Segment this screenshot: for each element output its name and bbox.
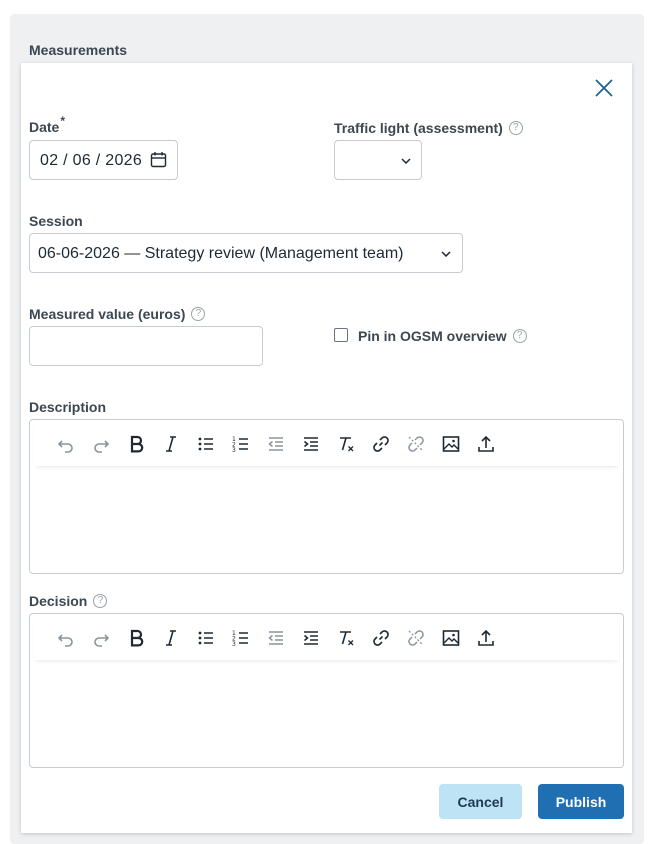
clear-format-button[interactable]: [328, 429, 363, 459]
clear-format-button[interactable]: [328, 623, 363, 653]
bold-button[interactable]: [118, 623, 153, 653]
italic-button[interactable]: [153, 623, 188, 653]
clear-format-icon: [339, 631, 353, 646]
outdent-button[interactable]: [258, 429, 293, 459]
numbered-list-icon: 123: [232, 630, 248, 648]
traffic-light-select[interactable]: [334, 140, 422, 180]
decision-toolbar: 123: [34, 616, 619, 660]
image-icon: [442, 630, 459, 646]
session-value: 06-06-2026 — Strategy review (Management…: [38, 245, 404, 262]
bullet-list-icon: [198, 631, 213, 645]
outdent-icon: [267, 631, 283, 645]
bold-icon: [130, 629, 143, 647]
date-label: Date *: [29, 114, 66, 135]
help-icon[interactable]: ?: [512, 329, 527, 343]
link-icon: [372, 630, 389, 646]
bullet-list-icon: [198, 437, 213, 451]
decision-editor[interactable]: 123: [29, 613, 624, 768]
description-editor[interactable]: 123: [29, 419, 624, 574]
session-select[interactable]: 06-06-2026 — Strategy review (Management…: [29, 233, 463, 273]
undo-icon: [57, 440, 73, 453]
image-button[interactable]: [433, 623, 468, 653]
redo-button[interactable]: [83, 623, 118, 653]
bullet-list-button[interactable]: [188, 623, 223, 653]
redo-icon: [93, 440, 109, 453]
help-icon[interactable]: ?: [508, 121, 523, 135]
chevron-down-icon: [401, 158, 411, 164]
bullet-list-button[interactable]: [188, 429, 223, 459]
unlink-icon: [407, 436, 424, 452]
unlink-icon: [407, 630, 424, 646]
description-label: Description: [29, 399, 107, 415]
italic-icon: [165, 436, 176, 452]
measured-value-input[interactable]: [29, 326, 263, 366]
undo-button[interactable]: [48, 429, 83, 459]
indent-button[interactable]: [293, 429, 328, 459]
session-label: Session: [29, 213, 83, 229]
pin-checkbox[interactable]: [334, 328, 348, 342]
link-icon: [372, 436, 389, 452]
measured-value-label: Measured value (euros)?: [29, 306, 206, 322]
cancel-button[interactable]: Cancel: [439, 784, 522, 819]
upload-button[interactable]: [468, 429, 503, 459]
decision-label: Decision?: [29, 593, 108, 609]
clear-format-icon: [339, 437, 353, 452]
upload-button[interactable]: [468, 623, 503, 653]
section-title: Measurements: [29, 42, 128, 58]
image-icon: [442, 436, 459, 452]
indent-button[interactable]: [293, 623, 328, 653]
traffic-light-label: Traffic light (assessment)?: [334, 120, 523, 136]
indent-icon: [303, 437, 318, 451]
redo-icon: [93, 634, 109, 647]
bold-icon: [130, 435, 143, 453]
indent-icon: [303, 631, 318, 645]
outdent-button[interactable]: [258, 623, 293, 653]
chevron-down-icon: [441, 251, 451, 257]
link-button[interactable]: [363, 429, 398, 459]
help-icon[interactable]: ?: [191, 307, 206, 321]
outdent-icon: [267, 437, 283, 451]
italic-icon: [165, 630, 176, 646]
calendar-icon[interactable]: [150, 151, 167, 168]
numbered-list-button[interactable]: 123: [223, 429, 258, 459]
unlink-button[interactable]: [398, 623, 433, 653]
date-input[interactable]: 02 / 06 / 2026: [29, 140, 178, 180]
svg-text:3: 3: [232, 447, 236, 454]
bold-button[interactable]: [118, 429, 153, 459]
svg-text:3: 3: [232, 641, 236, 648]
link-button[interactable]: [363, 623, 398, 653]
date-value: 02 / 06 / 2026: [40, 152, 143, 169]
publish-button[interactable]: Publish: [538, 784, 624, 819]
numbered-list-icon: 123: [232, 436, 248, 454]
numbered-list-button[interactable]: 123: [223, 623, 258, 653]
redo-button[interactable]: [83, 429, 118, 459]
unlink-button[interactable]: [398, 429, 433, 459]
help-icon[interactable]: ?: [93, 594, 108, 608]
image-button[interactable]: [433, 429, 468, 459]
upload-icon: [477, 629, 494, 646]
undo-button[interactable]: [48, 623, 83, 653]
upload-icon: [477, 435, 494, 452]
italic-button[interactable]: [153, 429, 188, 459]
undo-icon: [57, 634, 73, 647]
description-toolbar: 123: [34, 422, 619, 466]
pin-label: Pin in OGSM overview?: [358, 328, 527, 344]
close-icon[interactable]: [593, 77, 615, 99]
